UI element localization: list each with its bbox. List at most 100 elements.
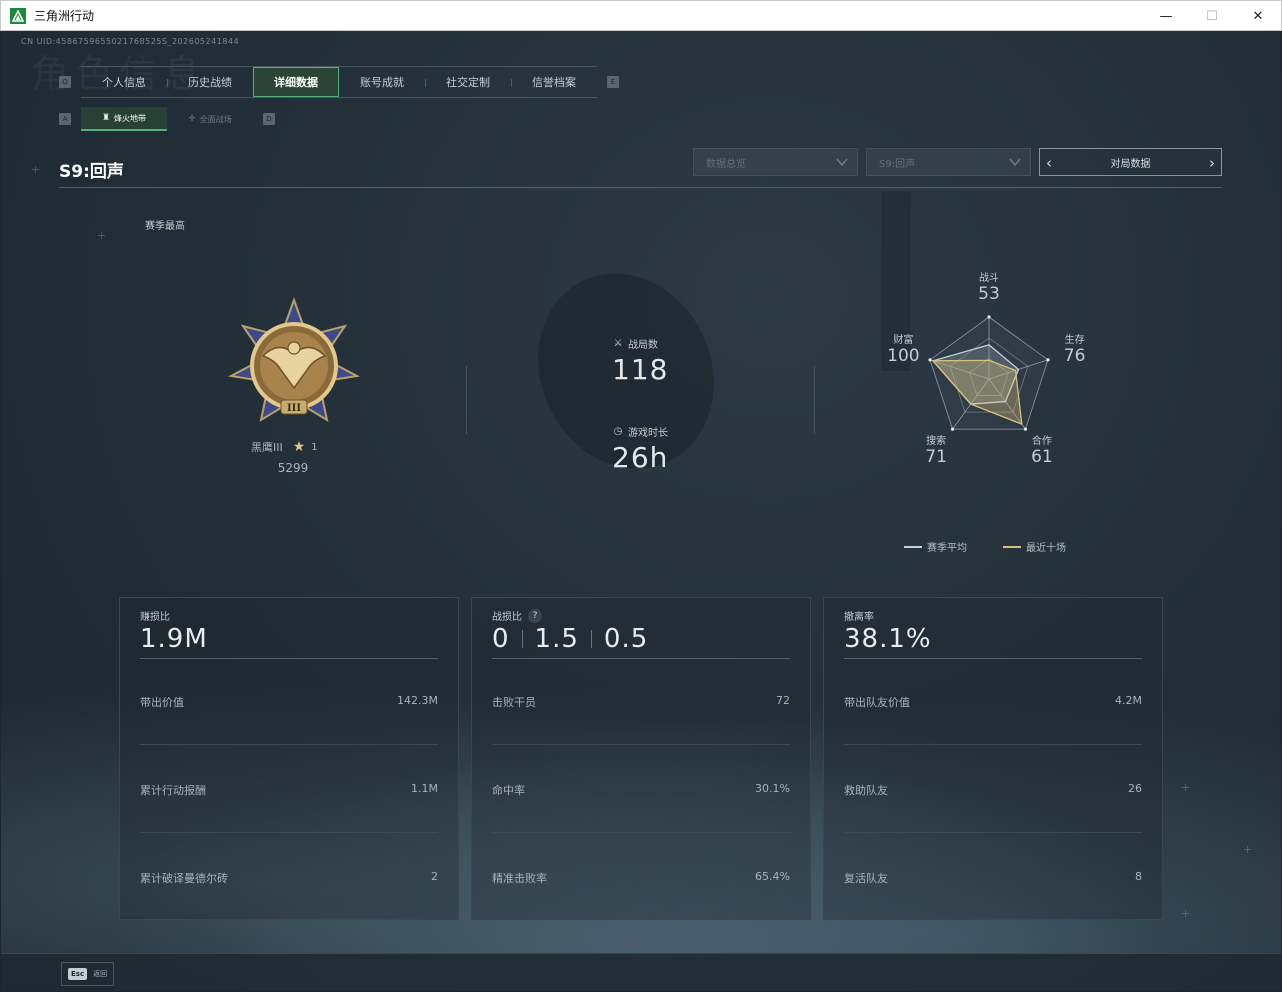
legend-swatch xyxy=(904,545,922,548)
stat-label: 复活队友 xyxy=(844,872,888,885)
hud-cross-decoration: + xyxy=(1181,907,1191,920)
tab-social-customize[interactable]: 社交定制 xyxy=(425,67,511,97)
dropdown-value: 数据总览 xyxy=(706,158,746,170)
stat-row: 复活队友 8 xyxy=(844,870,1142,886)
help-icon[interactable]: ? xyxy=(528,608,542,623)
kd-separator xyxy=(521,630,523,648)
stat-row: 精准击败率 65.4% xyxy=(492,870,790,886)
radar-axis-value: 76 xyxy=(1064,346,1086,366)
subtab-label: 全面战场 xyxy=(199,114,232,124)
card-title-wrap: 战损比 ? xyxy=(492,608,542,623)
subtab-label: 烽火地带 xyxy=(114,113,147,123)
crosshair-icon: ✛ xyxy=(188,114,196,124)
card-title: 撤离率 xyxy=(844,612,874,623)
game-viewport: + + + + + CN UID:4586759655021768525S_20… xyxy=(1,31,1281,991)
stat-value: 30.1% xyxy=(755,782,790,795)
row-divider xyxy=(844,744,1142,745)
stat-value: 26 xyxy=(1128,782,1142,795)
row-divider xyxy=(140,832,438,833)
kd-card: 战损比 ? 0 1.5 0.5 击败干员 72 命中率 30.1% 精准击败率 65.… xyxy=(471,597,811,920)
chevron-right-icon[interactable]: › xyxy=(1209,154,1215,172)
tab-detailed-data[interactable]: 详细数据 xyxy=(253,67,339,97)
close-button[interactable]: ✕ xyxy=(1235,1,1281,31)
stat-value: 4.2M xyxy=(1115,694,1142,707)
vertical-divider xyxy=(814,366,815,434)
back-label: 返回 xyxy=(93,970,108,978)
mode-tab-bar: A ♜ 烽火地带 ✛ 全面战场 D xyxy=(59,107,275,131)
minimize-button[interactable]: — xyxy=(1143,1,1189,31)
profit-card: 赚损比 1.9M 带出价值 142.3M 累计行动报酬 1.1M 累计破译曼德尔砖 2 xyxy=(119,597,459,920)
window-title: 三角洲行动 xyxy=(34,9,95,23)
match-data-selector[interactable]: ‹ 对局数据 › xyxy=(1039,148,1222,176)
stat-label: 精准击败率 xyxy=(492,872,547,885)
rank-info: 黑鹰III ★ 1 xyxy=(251,439,341,455)
season-dropdown[interactable]: S9:回声 xyxy=(866,148,1031,176)
stat-value: 1.1M xyxy=(411,782,438,795)
radar-axis-label: 搜索 xyxy=(926,434,946,447)
season-best-label: 赛季最高 xyxy=(145,221,185,232)
row-divider xyxy=(492,832,790,833)
tab-match-history[interactable]: 历史战绩 xyxy=(167,67,253,97)
stat-label: 累计破译曼德尔砖 xyxy=(140,872,228,885)
subtab-full-warfare[interactable]: ✛ 全面战场 xyxy=(167,107,253,131)
stat-row: 带出队友价值 4.2M xyxy=(844,694,1142,710)
radar-vertex-dot xyxy=(1023,427,1028,431)
matches-stat: ⚔ 战局数 118 xyxy=(612,336,668,386)
card-divider xyxy=(844,658,1142,659)
hud-cross-decoration: + xyxy=(1181,781,1191,794)
header-divider xyxy=(59,187,1222,188)
dropdown-value: S9:回声 xyxy=(879,158,916,170)
subtab-operations-zone[interactable]: ♜ 烽火地带 xyxy=(81,107,167,131)
tab-achievements[interactable]: 账号成就 xyxy=(339,67,425,97)
window-titlebar: 三角洲行动 — ☐ ✕ xyxy=(0,0,1282,31)
overview-dropdown[interactable]: 数据总览 xyxy=(693,148,858,176)
tab-credit-record[interactable]: 信誉档案 xyxy=(511,67,597,97)
rank-medal-icon: III xyxy=(227,297,361,423)
stat-label: 带出价值 xyxy=(140,696,184,709)
tab-personal-info[interactable]: 个人信息 xyxy=(81,67,167,97)
vertical-divider xyxy=(466,366,467,434)
back-button[interactable]: Esc 返回 xyxy=(61,962,115,986)
chevron-down-icon xyxy=(836,158,848,167)
crossed-swords-icon: ⚔ xyxy=(613,338,623,349)
playtime-label: 游戏时长 xyxy=(628,428,668,439)
stat-label: 救助队友 xyxy=(844,784,888,797)
main-tab-bar: Q 个人信息 历史战绩 详细数据 账号成就 社交定制 信誉档案 E xyxy=(59,66,619,98)
stat-label: 命中率 xyxy=(492,784,525,797)
stat-value: 142.3M xyxy=(397,694,438,707)
stat-row: 击败干员 72 xyxy=(492,694,790,710)
key-hint-q: Q xyxy=(59,76,71,88)
rank-score: 5299 xyxy=(277,461,309,475)
stat-row: 救助队友 26 xyxy=(844,782,1142,798)
legend-item-recent-ten: 最近十场 xyxy=(1003,539,1066,554)
match-data-label: 对局数据 xyxy=(1110,158,1151,170)
card-main-value: 1.9M xyxy=(140,624,208,654)
radar-vertex-dot xyxy=(1046,358,1050,362)
radar-legend: 赛季平均 最近十场 xyxy=(904,539,1066,554)
key-hint-d: D xyxy=(263,113,275,125)
rank-stars: 1 xyxy=(311,441,318,453)
row-divider xyxy=(140,744,438,745)
playtime-stat: ◷ 游戏时长 26h xyxy=(612,424,668,474)
radar-vertex-dot xyxy=(928,358,932,362)
kd-value: 0 xyxy=(492,624,510,654)
hud-cross-decoration: + xyxy=(31,163,41,176)
radar-axis-label: 战斗 xyxy=(979,272,999,284)
legend-label: 赛季平均 xyxy=(927,543,967,554)
ability-radar-chart: 战斗53 生存76 合作61 搜索71 财富100 xyxy=(887,272,1086,467)
stat-value: 2 xyxy=(431,870,438,883)
chevron-down-icon xyxy=(1009,158,1021,167)
key-hint-e: E xyxy=(607,76,619,88)
kd-value: 1.5 xyxy=(534,624,579,654)
hud-cross-decoration: + xyxy=(97,229,107,242)
esc-key-hint: Esc xyxy=(68,968,88,980)
stat-row: 累计破译曼德尔砖 2 xyxy=(140,870,438,886)
radar-vertex-dot xyxy=(950,427,955,431)
season-title: S9:回声 xyxy=(59,162,124,182)
legend-label: 最近十场 xyxy=(1026,543,1066,554)
chevron-left-icon[interactable]: ‹ xyxy=(1046,154,1052,172)
stat-label: 累计行动报酬 xyxy=(140,784,206,797)
kd-values: 0 1.5 0.5 xyxy=(492,624,648,654)
maximize-button[interactable]: ☐ xyxy=(1189,1,1235,31)
card-divider xyxy=(492,658,790,659)
